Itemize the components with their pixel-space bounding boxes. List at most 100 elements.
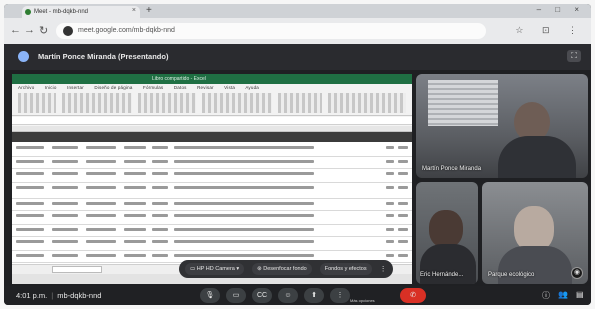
table-cell: [386, 202, 394, 205]
table-cell: [86, 146, 116, 149]
toolbar-right-icons[interactable]: ☆ ⊡ ⋮: [515, 25, 585, 36]
participant-body: [420, 244, 476, 284]
fullscreen-icon[interactable]: ⛶: [567, 50, 581, 62]
url-text: meet.google.com/mb-dqkb-nnd: [78, 27, 175, 34]
effects-button[interactable]: Fondos y efectos: [319, 263, 372, 275]
forward-icon[interactable]: →: [24, 24, 35, 36]
table-cell: [152, 202, 168, 205]
table-cell: [398, 146, 408, 149]
table-cell: [16, 254, 44, 257]
tab-close-icon[interactable]: ×: [132, 7, 136, 14]
table-cell: [174, 202, 314, 205]
blur-icon: ⊛: [257, 266, 262, 272]
window-blinds: [428, 80, 498, 126]
table-cell: [152, 146, 168, 149]
table-cell: [152, 186, 168, 189]
participant-head: [429, 210, 463, 248]
table-cell: [16, 186, 44, 189]
table-cell: [52, 146, 78, 149]
people-icon[interactable]: 👥: [558, 290, 568, 299]
table-cell: [386, 228, 394, 231]
table-cell: [16, 146, 44, 149]
ribbon-tab: Ayuda: [245, 85, 259, 90]
blur-label: Desenfocar fondo: [263, 266, 307, 272]
table-cell: [52, 160, 78, 163]
camera-icon: ▭: [190, 266, 196, 272]
more-options-button[interactable]: ⋮: [330, 288, 350, 303]
participant-tile-eric[interactable]: Eric Hernánde...: [416, 182, 478, 284]
table-cell: [152, 214, 168, 217]
info-icon[interactable]: ⓘ: [542, 290, 550, 301]
mic-button[interactable]: 🎙: [200, 288, 220, 303]
table-cell: [52, 202, 78, 205]
table-cell: [86, 202, 116, 205]
table-cell: [124, 254, 146, 257]
tab-title: Meet - mb-dqkb-nnd: [34, 9, 89, 15]
table-cell: [16, 240, 44, 243]
presenter-avatar: [18, 51, 29, 62]
window-controls[interactable]: – □ ×: [537, 5, 585, 14]
table-cell: [86, 172, 116, 175]
participant-tile-martin[interactable]: Martín Ponce Miranda: [416, 74, 588, 178]
table-cell: [16, 214, 44, 217]
table-cell: [86, 254, 116, 257]
table-cell: [124, 172, 146, 175]
reload-icon[interactable]: ↻: [39, 24, 48, 37]
ribbon-tab: Revisar: [197, 85, 214, 90]
table-cell: [16, 228, 44, 231]
ribbon-group: [18, 93, 56, 113]
table-cell: [152, 240, 168, 243]
hangup-button[interactable]: ✆: [400, 288, 426, 303]
table-cell: [124, 146, 146, 149]
table-cell: [52, 186, 78, 189]
chevron-down-icon: ▾: [236, 266, 240, 272]
table-cell: [124, 228, 146, 231]
camera-select-button[interactable]: ▭ HP HD Camera ▾: [185, 263, 245, 275]
camera-floating-bar: ▭ HP HD Camera ▾ ⊛ Desenfocar fondo Fond…: [179, 260, 393, 278]
new-tab-button[interactable]: +: [146, 5, 152, 16]
ribbon-group: [202, 93, 272, 113]
table-cell: [86, 240, 116, 243]
site-info-icon[interactable]: [63, 26, 73, 36]
meeting-time-code: 4:01 p.m. | mb-dqkb-nnd: [16, 291, 101, 300]
excel-ribbon: Archivo Inicio Insertar Diseño de página…: [12, 84, 412, 116]
table-cell: [16, 160, 44, 163]
participant-body: [498, 246, 572, 284]
ribbon-group: [278, 93, 322, 113]
ribbon-tab: Inicio: [44, 85, 57, 90]
blur-background-button[interactable]: ⊛ Desenfocar fondo: [252, 263, 312, 275]
table-cell: [86, 228, 116, 231]
present-button[interactable]: ⬆: [304, 288, 324, 303]
chat-icon[interactable]: ▤: [576, 290, 584, 299]
presenting-bar: Martín Ponce Miranda (Presentando) ⛶: [4, 44, 591, 70]
ribbon-tab: Insertar: [67, 85, 84, 90]
table-cell: [398, 186, 408, 189]
table-header-row: [12, 132, 412, 142]
table-row: [12, 211, 412, 225]
table-cell: [386, 214, 394, 217]
participant-name: Martín Ponce Miranda: [422, 166, 482, 172]
ribbon-tab: Datos: [173, 85, 187, 90]
table-row: [12, 157, 412, 169]
captions-button[interactable]: CC: [252, 288, 272, 303]
ribbon-group: [328, 93, 406, 113]
excel-title: Libro compartido - Excel: [152, 76, 206, 82]
table-cell: [398, 228, 408, 231]
table-row: [12, 225, 412, 237]
more-vert-icon[interactable]: ⋮: [380, 265, 387, 273]
table-cell: [174, 160, 314, 163]
table-cell: [398, 214, 408, 217]
table-cell: [386, 186, 394, 189]
address-bar[interactable]: meet.google.com/mb-dqkb-nnd: [56, 23, 486, 39]
camera-toggle-button[interactable]: ▭: [226, 288, 246, 303]
participant-tile-parque[interactable]: Parque ecológico ◉: [482, 182, 588, 284]
back-icon[interactable]: ←: [10, 24, 21, 36]
emoji-button[interactable]: ☺: [278, 288, 298, 303]
browser-tab[interactable]: Meet - mb-dqkb-nnd ×: [22, 6, 140, 18]
ribbon-tab: Fórmulas: [143, 85, 164, 90]
table-cell: [386, 254, 394, 257]
presenting-title: Martín Ponce Miranda (Presentando): [38, 52, 169, 61]
table-cell: [52, 240, 78, 243]
table-cell: [124, 214, 146, 217]
table-cell: [174, 214, 314, 217]
